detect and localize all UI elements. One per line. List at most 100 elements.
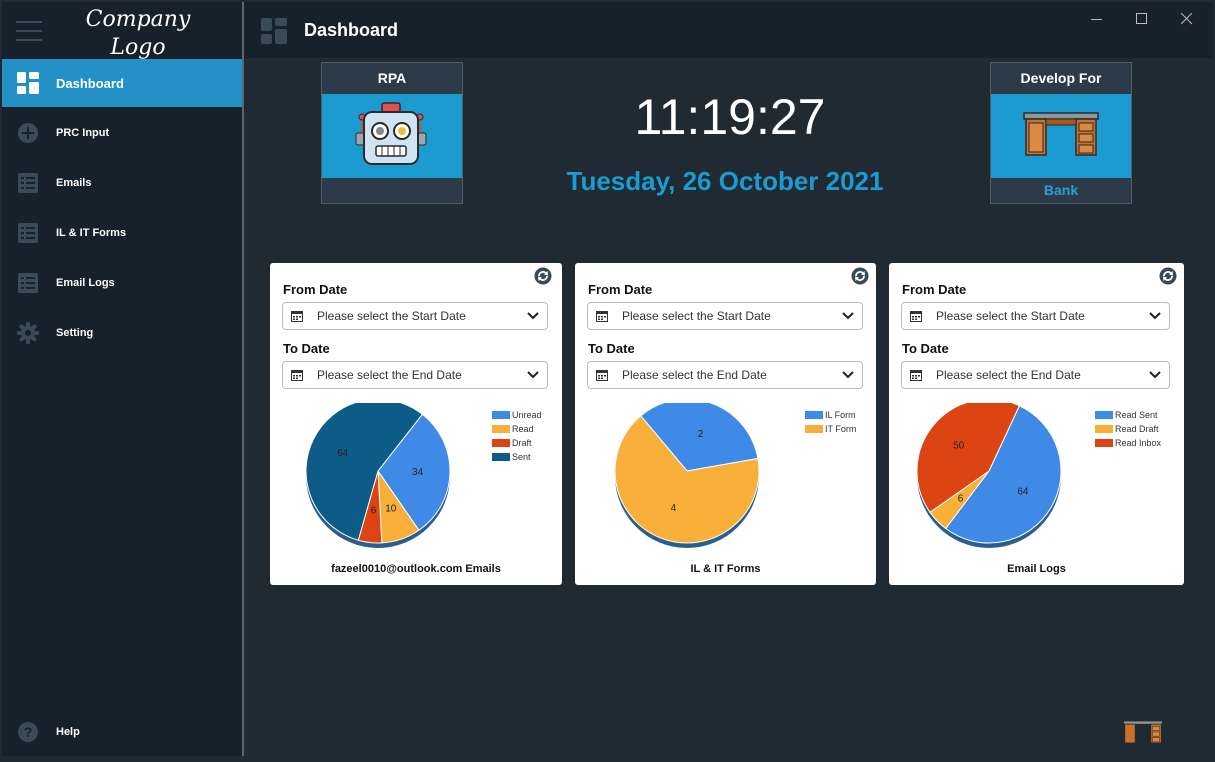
dashboard-icon [17,72,39,94]
legend-item: Read Inbox [1095,436,1161,450]
from-date-picker[interactable]: Please select the Start Date [901,302,1170,330]
sidebar-item-il-it-forms[interactable]: IL & IT Forms [2,209,242,257]
help-icon: ? [17,721,39,743]
legend-item: Read Draft [1095,422,1161,436]
to-date-placeholder: Please select the End Date [622,368,767,382]
from-date-placeholder: Please select the Start Date [622,309,771,323]
legend-swatch [1095,439,1113,447]
robot-icon [354,101,430,172]
calendar-icon [910,369,922,381]
legend-label: Read [512,424,534,434]
emails-pie-legend: Unread Read Draft Sent [492,408,542,464]
company-logo: Company Logo [76,6,200,62]
legend-item: Sent [492,450,542,464]
emails-pie-chart: 34 10 6 64 [305,403,451,548]
to-date-picker[interactable]: Please select the End Date [901,361,1170,389]
clock-date: Tuesday, 26 October 2021 [566,166,884,196]
legend-label: Sent [512,452,531,462]
calendar-icon [596,369,608,381]
hamburger-menu-icon[interactable] [16,21,42,41]
legend-swatch [805,411,823,419]
sidebar-item-label: IL & IT Forms [56,227,127,239]
dashboard-icon [261,18,287,49]
legend-item: Read [492,422,542,436]
sidebar-item-label: Email Logs [56,277,115,289]
pie-data-label: 2 [698,429,704,440]
legend-swatch [1095,425,1113,433]
plus-circle-icon [17,122,39,144]
legend-label: Unread [512,410,542,420]
refresh-icon[interactable] [534,267,552,285]
legend-label: IL Form [825,410,856,420]
help-label: Help [56,726,80,738]
pie-data-label: 10 [385,503,397,514]
clock-time: 11:19:27 [634,89,826,145]
legend-swatch [492,453,510,461]
email-logs-chart-caption: Email Logs [1007,563,1066,575]
legend-label: IT Form [825,424,857,434]
legend-swatch [492,425,510,433]
legend-item: Read Sent [1095,408,1161,422]
to-date-picker[interactable]: Please select the End Date [282,361,548,389]
calendar-icon [291,369,303,381]
maximize-icon[interactable] [1131,8,1153,30]
forms-pie-chart: 24 [614,403,760,548]
legend-item: Draft [492,436,542,450]
pie-data-label: 64 [337,448,349,459]
legend-item: IT Form [805,422,856,436]
to-date-placeholder: Please select the End Date [317,368,462,382]
pie-data-label: 64 [1017,486,1029,497]
develop-for-box: Develop For Bank [990,62,1132,204]
email-logs-pie-chart: 64 6 50 [916,403,1062,548]
help-button[interactable]: ? Help [2,712,242,752]
from-date-picker[interactable]: Please select the Start Date [282,302,548,330]
sidebar-item-label: Emails [56,177,92,189]
top-header: Dashboard [244,2,1213,58]
chevron-down-icon [527,312,539,320]
chevron-down-icon [527,371,539,379]
list-icon [17,222,39,244]
rpa-title: RPA [377,70,407,86]
logo-line-1: Company [85,7,191,32]
to-date-label: To Date [902,341,949,356]
develop-for-value: Bank [1043,182,1079,198]
sidebar-item-dashboard[interactable]: Dashboard [2,59,242,107]
legend-swatch [492,439,510,447]
desk-icon [1022,111,1100,162]
sidebar-item-email-logs[interactable]: Email Logs [2,259,242,307]
calendar-icon [596,310,608,322]
sidebar-item-label: Setting [56,327,94,339]
legend-label: Draft [512,438,532,448]
legend-swatch [805,425,823,433]
svg-text:?: ? [24,724,33,740]
emails-chart-card: From Date Please select the Start Date T… [270,263,562,585]
from-date-label: From Date [588,282,653,297]
calendar-icon [910,310,922,322]
refresh-icon[interactable] [1159,267,1177,285]
email-logs-chart-card: From Date Please select the Start Date T… [889,263,1184,585]
legend-label: Read Draft [1115,424,1159,434]
pie-data-label: 50 [953,441,965,452]
sidebar-item-label: PRC Input [56,127,110,139]
develop-for-body [991,94,1131,178]
refresh-icon[interactable] [851,267,869,285]
minimize-icon[interactable] [1086,8,1108,30]
sidebar-item-emails[interactable]: Emails [2,159,242,207]
legend-swatch [1095,411,1113,419]
sidebar-item-prc-input[interactable]: PRC Input [2,109,242,157]
chevron-down-icon [1149,371,1161,379]
gear-icon [17,322,39,344]
list-icon [17,172,39,194]
legend-swatch [492,411,510,419]
sidebar: Company Logo Dashboard PRC Input Emails … [2,2,242,756]
from-date-label: From Date [902,282,967,297]
rpa-body [322,94,462,178]
from-date-picker[interactable]: Please select the Start Date [587,302,863,330]
sidebar-divider [242,2,244,756]
to-date-label: To Date [588,341,635,356]
to-date-label: To Date [283,341,330,356]
close-icon[interactable] [1176,8,1198,30]
rpa-box: RPA [321,62,463,204]
sidebar-item-setting[interactable]: Setting [2,309,242,357]
to-date-picker[interactable]: Please select the End Date [587,361,863,389]
